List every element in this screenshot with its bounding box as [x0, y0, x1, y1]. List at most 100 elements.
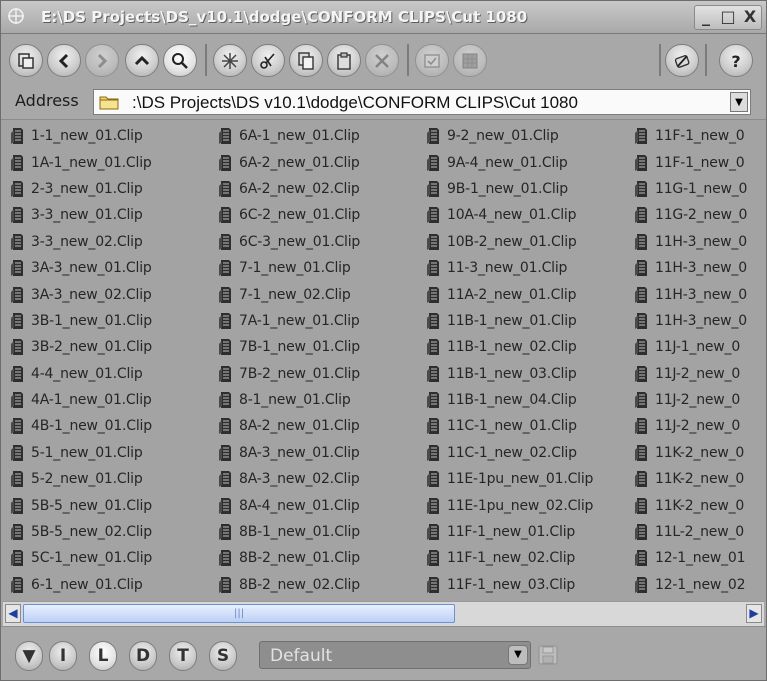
- file-item[interactable]: 6A-2_new_01.Clip: [218, 149, 360, 175]
- file-item[interactable]: 11J-2_new_0: [634, 413, 747, 439]
- file-item[interactable]: 7A-1_new_01.Clip: [218, 308, 360, 334]
- view-menu-button[interactable]: ▼: [15, 641, 43, 671]
- file-item[interactable]: 8A-4_new_01.Clip: [218, 492, 360, 518]
- grid-button[interactable]: [453, 44, 487, 77]
- file-item[interactable]: 8B-2_new_02.Clip: [218, 572, 360, 598]
- file-item[interactable]: 12-1_new_01: [634, 545, 747, 571]
- file-item[interactable]: 3-3_new_02.Clip: [10, 229, 152, 255]
- file-item[interactable]: 1A-1_new_01.Clip: [10, 149, 152, 175]
- file-item[interactable]: 11K-2_new_0: [634, 492, 747, 518]
- address-dropdown-button[interactable]: ▼: [730, 92, 748, 112]
- file-item[interactable]: 11J-2_new_0: [634, 387, 747, 413]
- minimize-button[interactable]: _: [695, 6, 717, 29]
- file-item[interactable]: 11F-1_new_0: [634, 149, 747, 175]
- file-item[interactable]: 11K-2_new_0: [634, 440, 747, 466]
- back-button[interactable]: [47, 44, 81, 77]
- edit-button[interactable]: [665, 44, 699, 77]
- file-item[interactable]: 11G-1_new_0: [634, 176, 747, 202]
- views-button[interactable]: [9, 44, 43, 77]
- close-button[interactable]: X: [739, 6, 761, 29]
- file-item[interactable]: 11F-1_new_01.Clip: [426, 519, 593, 545]
- file-item[interactable]: 12-1_new_02: [634, 572, 747, 598]
- file-item[interactable]: 11G-2_new_0: [634, 202, 747, 228]
- file-item[interactable]: 9A-4_new_01.Clip: [426, 149, 593, 175]
- preset-select[interactable]: Default ▼: [259, 641, 531, 669]
- file-item[interactable]: 5-2_new_01.Clip: [10, 466, 152, 492]
- horizontal-scrollbar[interactable]: ◀ ||| ▶: [3, 601, 764, 626]
- file-item[interactable]: 6C-3_new_01.Clip: [218, 229, 360, 255]
- view-icons-button[interactable]: I: [49, 641, 77, 671]
- file-item[interactable]: 9-2_new_01.Clip: [426, 123, 593, 149]
- file-item[interactable]: 6C-2_new_01.Clip: [218, 202, 360, 228]
- file-item[interactable]: 11J-2_new_0: [634, 361, 747, 387]
- file-item[interactable]: 8A-3_new_02.Clip: [218, 466, 360, 492]
- file-item[interactable]: 11B-1_new_02.Clip: [426, 334, 593, 360]
- file-item[interactable]: 5C-1_new_01.Clip: [10, 545, 152, 571]
- find-button[interactable]: [163, 44, 197, 77]
- file-item[interactable]: 11-3_new_01.Clip: [426, 255, 593, 281]
- file-item[interactable]: 7B-1_new_01.Clip: [218, 334, 360, 360]
- save-icon[interactable]: [537, 644, 559, 666]
- file-item[interactable]: 3A-3_new_01.Clip: [10, 255, 152, 281]
- file-item[interactable]: 4B-1_new_01.Clip: [10, 413, 152, 439]
- new-button[interactable]: [213, 44, 247, 77]
- file-item[interactable]: 11H-3_new_0: [634, 281, 747, 307]
- delete-button[interactable]: [365, 44, 399, 77]
- view-details-button[interactable]: D: [129, 641, 157, 671]
- file-item[interactable]: 11A-2_new_01.Clip: [426, 281, 593, 307]
- file-item[interactable]: 2-3_new_01.Clip: [10, 176, 152, 202]
- preset-dropdown-button[interactable]: ▼: [508, 645, 528, 665]
- address-field[interactable]: :\DS Projects\DS v10.1\dodge\CONFORM CLI…: [93, 89, 751, 115]
- file-item[interactable]: 11B-1_new_04.Clip: [426, 387, 593, 413]
- check-button[interactable]: [415, 44, 449, 77]
- file-item[interactable]: 7-1_new_02.Clip: [218, 281, 360, 307]
- file-item[interactable]: 1-1_new_01.Clip: [10, 123, 152, 149]
- file-item[interactable]: 10A-4_new_01.Clip: [426, 202, 593, 228]
- paste-button[interactable]: [327, 44, 361, 77]
- scroll-thumb[interactable]: |||: [23, 604, 455, 623]
- file-item[interactable]: 11B-1_new_01.Clip: [426, 308, 593, 334]
- file-item[interactable]: 11C-1_new_01.Clip: [426, 413, 593, 439]
- file-item[interactable]: 7-1_new_01.Clip: [218, 255, 360, 281]
- file-item[interactable]: 11F-1_new_0: [634, 123, 747, 149]
- forward-button[interactable]: [85, 44, 119, 77]
- file-item[interactable]: 5B-5_new_02.Clip: [10, 519, 152, 545]
- file-item[interactable]: 6A-2_new_02.Clip: [218, 176, 360, 202]
- file-item[interactable]: 11J-1_new_0: [634, 334, 747, 360]
- file-item[interactable]: 11H-3_new_0: [634, 255, 747, 281]
- maximize-button[interactable]: □: [717, 6, 739, 29]
- file-item[interactable]: 3-3_new_01.Clip: [10, 202, 152, 228]
- copy-button[interactable]: [289, 44, 323, 77]
- file-item[interactable]: 8-1_new_01.Clip: [218, 387, 360, 413]
- file-item[interactable]: 11K-2_new_0: [634, 466, 747, 492]
- file-item[interactable]: 11F-1_new_02.Clip: [426, 545, 593, 571]
- scroll-right-button[interactable]: ▶: [746, 604, 762, 623]
- file-item[interactable]: 11H-3_new_0: [634, 229, 747, 255]
- file-item[interactable]: 11L-2_new_0: [634, 519, 747, 545]
- file-item[interactable]: 6A-1_new_01.Clip: [218, 123, 360, 149]
- file-item[interactable]: 9B-1_new_01.Clip: [426, 176, 593, 202]
- cut-button[interactable]: [251, 44, 285, 77]
- view-list-button[interactable]: L: [89, 641, 117, 671]
- up-button[interactable]: [125, 44, 159, 77]
- file-item[interactable]: 11C-1_new_02.Clip: [426, 440, 593, 466]
- file-item[interactable]: 8A-2_new_01.Clip: [218, 413, 360, 439]
- file-item[interactable]: 10B-2_new_01.Clip: [426, 229, 593, 255]
- file-item[interactable]: 11B-1_new_03.Clip: [426, 361, 593, 387]
- file-item[interactable]: 3B-1_new_01.Clip: [10, 308, 152, 334]
- file-item[interactable]: 11H-3_new_0: [634, 308, 747, 334]
- title-bar[interactable]: E:\DS Projects\DS_v10.1\dodge\CONFORM CL…: [1, 1, 766, 34]
- file-item[interactable]: 11E-1pu_new_02.Clip: [426, 492, 593, 518]
- file-item[interactable]: 4A-1_new_01.Clip: [10, 387, 152, 413]
- scroll-left-button[interactable]: ◀: [5, 604, 21, 623]
- file-item[interactable]: 4-4_new_01.Clip: [10, 361, 152, 387]
- file-item[interactable]: 5-1_new_01.Clip: [10, 440, 152, 466]
- file-item[interactable]: 8A-3_new_01.Clip: [218, 440, 360, 466]
- file-item[interactable]: 6-1_new_01.Clip: [10, 572, 152, 598]
- view-thumbnails-button[interactable]: T: [169, 641, 197, 671]
- file-item[interactable]: 8B-1_new_01.Clip: [218, 519, 360, 545]
- file-item[interactable]: 11F-1_new_03.Clip: [426, 572, 593, 598]
- file-item[interactable]: 8B-2_new_01.Clip: [218, 545, 360, 571]
- file-item[interactable]: 11E-1pu_new_01.Clip: [426, 466, 593, 492]
- view-s-button[interactable]: S: [209, 641, 237, 671]
